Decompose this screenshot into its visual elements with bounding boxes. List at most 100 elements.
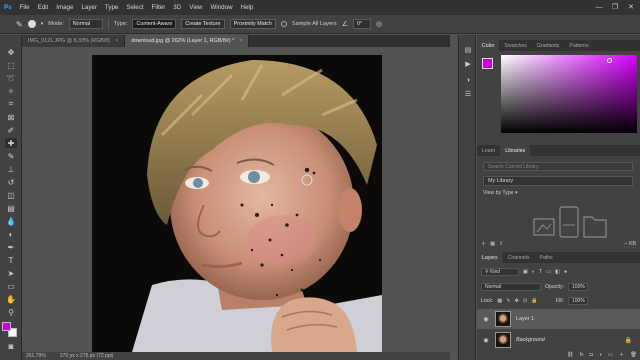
tab-libraries[interactable]: Libraries (500, 145, 531, 156)
pressure-size-icon[interactable]: ◎ (376, 20, 382, 28)
properties-icon[interactable]: ☰ (463, 89, 473, 99)
type-tool-icon[interactable]: T (5, 255, 17, 265)
color-picker-cursor[interactable] (607, 58, 612, 63)
document-image[interactable] (92, 55, 382, 352)
group-icon[interactable]: ▭ (608, 352, 613, 358)
layer-name[interactable]: Layer 1 (516, 316, 534, 322)
angle-input[interactable]: 0° (352, 19, 371, 29)
tab-layers[interactable]: Layers (477, 252, 503, 263)
library-search-input[interactable]: Search Current Library (483, 162, 633, 171)
lock-all-icon[interactable]: 🔒 (531, 298, 537, 304)
crop-tool-icon[interactable]: ⌗ (5, 99, 17, 109)
filter-kind-select[interactable]: ⚲ Kind (481, 268, 519, 276)
lock-transparent-icon[interactable]: ▦ (497, 298, 502, 304)
color-field[interactable] (501, 55, 637, 133)
zoom-level[interactable]: 261.79% (26, 353, 46, 359)
history-icon[interactable]: ▤ (463, 45, 473, 55)
tab-gradients[interactable]: Gradients (532, 40, 565, 51)
adjustment-layer-icon[interactable]: ◑ (599, 352, 602, 358)
move-tool-icon[interactable]: ✥ (5, 47, 17, 57)
filter-shape-icon[interactable]: ▭ (546, 269, 551, 275)
restore-button[interactable]: ❐ (610, 2, 620, 12)
brush-size-dot[interactable] (27, 20, 36, 28)
filter-type-icon[interactable]: T (539, 269, 542, 275)
menu-file[interactable]: File (16, 4, 34, 11)
visibility-eye-icon[interactable]: ◉ (481, 337, 491, 344)
tab-color[interactable]: Color (477, 40, 500, 51)
history-brush-tool-icon[interactable]: ↺ (5, 177, 17, 187)
tab-patterns[interactable]: Patterns (564, 40, 593, 51)
minimize-button[interactable]: — (594, 2, 604, 12)
proximity-match-button[interactable]: Proximity Match (229, 19, 276, 29)
filter-smart-object-icon[interactable]: ◧ (555, 269, 560, 275)
menu-layer[interactable]: Layer (77, 4, 100, 11)
link-layers-icon[interactable]: ⛓ (567, 352, 574, 358)
menu-select[interactable]: Select (122, 4, 147, 11)
brush-tool-icon[interactable]: ✎ (5, 151, 17, 161)
tab-paths[interactable]: Paths (535, 252, 558, 263)
library-grid-icon[interactable]: ▦ (490, 241, 495, 247)
upload-icon[interactable]: ⇪ (499, 241, 503, 247)
lock-pixels-icon[interactable]: ✎ (506, 298, 510, 304)
hand-tool-icon[interactable]: ✋ (5, 294, 17, 304)
quick-select-tool-icon[interactable]: ✧ (5, 86, 17, 96)
close-icon[interactable]: × (115, 38, 118, 44)
menu-window[interactable]: Window (207, 4, 237, 11)
new-layer-icon[interactable]: ＋ (619, 351, 624, 358)
trash-icon[interactable]: 🗑 (630, 352, 637, 358)
menu-image[interactable]: Image (52, 4, 77, 11)
foreground-color-swatch[interactable] (2, 322, 11, 331)
close-icon[interactable]: × (239, 38, 242, 44)
filter-toggle-icon[interactable]: ● (564, 269, 567, 275)
blur-tool-icon[interactable]: 💧 (5, 216, 17, 226)
menu-3d[interactable]: 3D (169, 4, 185, 11)
frame-tool-icon[interactable]: ⊠ (5, 112, 17, 122)
sample-all-layers-checkbox[interactable] (280, 21, 287, 27)
lock-artboard-icon[interactable]: ⊡ (523, 298, 527, 304)
tab-channels[interactable]: Channels (503, 252, 535, 263)
view-by-dropdown[interactable]: View by Type ▾ (483, 190, 518, 196)
menu-help[interactable]: Help (237, 4, 258, 11)
dodge-tool-icon[interactable]: ◐ (5, 229, 17, 239)
adjustments-icon[interactable]: ◑ (463, 75, 473, 85)
menu-filter[interactable]: Filter (148, 4, 170, 11)
mode-select[interactable]: Normal (68, 19, 103, 29)
pen-tool-icon[interactable]: ✒ (5, 242, 17, 252)
lasso-tool-icon[interactable]: ➰ (5, 73, 17, 83)
canvas-area[interactable] (22, 47, 450, 352)
layer-row-layer-1[interactable]: ◉ Layer 1 (477, 309, 640, 329)
add-mask-icon[interactable]: ◘ (590, 352, 593, 358)
gradient-tool-icon[interactable]: ▤ (5, 203, 17, 213)
tab-learn[interactable]: Learn (477, 145, 500, 156)
menu-view[interactable]: View (185, 4, 206, 11)
lock-position-icon[interactable]: ✥ (515, 298, 519, 304)
content-aware-button[interactable]: Content-Aware (132, 19, 177, 29)
marquee-tool-icon[interactable]: ⬚ (5, 60, 17, 70)
close-button[interactable]: ✕ (626, 2, 636, 12)
eyedropper-tool-icon[interactable]: ✐ (5, 125, 17, 135)
create-texture-button[interactable]: Create Texture (181, 19, 225, 29)
visibility-eye-icon[interactable]: ◉ (481, 316, 491, 323)
chevron-down-icon[interactable]: ▾ (41, 21, 44, 27)
tab-swatches[interactable]: Swatches (499, 40, 532, 51)
fill-input[interactable]: 100% (567, 297, 588, 305)
document-info[interactable]: 279 px x 275 px (72 ppi) (60, 353, 114, 359)
stamp-tool-icon[interactable]: ⊥ (5, 164, 17, 174)
eraser-tool-icon[interactable]: ◫ (5, 190, 17, 200)
filter-adjustment-icon[interactable]: ◐ (532, 269, 535, 275)
opacity-input[interactable]: 100% (568, 283, 589, 291)
play-icon[interactable]: ▶ (463, 59, 473, 69)
filter-pixel-icon[interactable]: ▣ (523, 269, 528, 275)
tab-img-9121[interactable]: IMG_9121.JPG @ 8.33% (RGB/8) × (22, 35, 126, 47)
tab-download[interactable]: download.jpg @ 262% (Layer 1, RGB/8#) * … (125, 35, 250, 47)
layer-name[interactable]: Background (516, 337, 545, 343)
menu-type[interactable]: Type (101, 4, 122, 11)
add-icon[interactable]: ＋ (481, 240, 486, 247)
app-logo[interactable]: Ps (0, 4, 16, 11)
quick-mask-icon[interactable]: ◙ (5, 341, 17, 351)
library-select[interactable]: My Library (483, 176, 633, 186)
spot-healing-brush-icon[interactable]: ✎ (16, 20, 23, 29)
fx-icon[interactable]: fx (580, 352, 584, 358)
layer-row-background[interactable]: ◉ Background 🔒 (477, 330, 640, 350)
zoom-tool-icon[interactable]: ⚲ (5, 307, 17, 317)
